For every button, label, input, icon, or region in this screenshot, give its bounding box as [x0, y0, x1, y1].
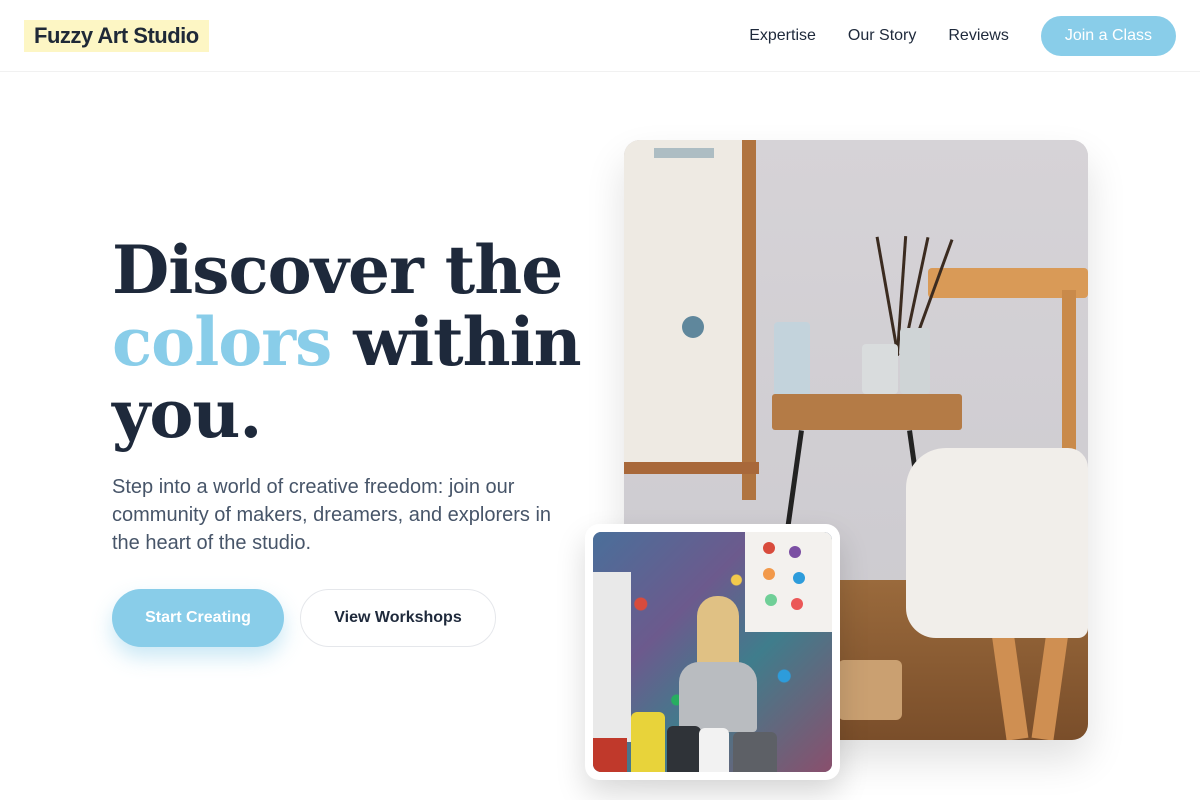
- nav-link-expertise[interactable]: Expertise: [749, 16, 816, 56]
- view-workshops-button[interactable]: View Workshops: [300, 589, 496, 647]
- image-paint-bottle: [667, 726, 701, 772]
- image-paint-dot: [763, 568, 775, 580]
- image-canvas-cloth: [624, 140, 746, 470]
- start-creating-button[interactable]: Start Creating: [112, 589, 284, 647]
- hero-subtext: Step into a world of creative freedom: j…: [112, 476, 552, 554]
- site-header: Fuzzy Art Studio Expertise Our Story Rev…: [0, 0, 1200, 72]
- image-easel: [593, 572, 631, 742]
- headline-accent-word: colors: [112, 303, 332, 381]
- image-jar: [862, 344, 898, 394]
- image-easel-post: [742, 140, 756, 500]
- nav-link-our-story[interactable]: Our Story: [848, 16, 916, 56]
- image-paint-streak: [654, 148, 714, 158]
- image-paint-bottle: [593, 738, 627, 772]
- image-palette-board: [745, 532, 832, 632]
- image-paint-dot: [763, 542, 775, 554]
- image-bucket: [838, 660, 902, 720]
- headline-line-3: you.: [112, 375, 262, 453]
- image-paint-dot: [789, 546, 801, 558]
- image-paint-bottle: [631, 712, 665, 772]
- headline-line-2-rest: within: [353, 303, 581, 381]
- image-paint-dot: [765, 594, 777, 606]
- site-logo[interactable]: Fuzzy Art Studio: [24, 20, 209, 52]
- image-jar: [900, 328, 930, 394]
- main-nav: Expertise Our Story Reviews Join a Class: [749, 16, 1176, 56]
- image-paint-bottle: [699, 728, 729, 772]
- hero-headline: Discover the colors within you.: [112, 234, 592, 450]
- image-paint-dot: [793, 572, 805, 584]
- join-class-button[interactable]: Join a Class: [1040, 16, 1176, 56]
- image-white-cloth: [906, 448, 1088, 638]
- image-child-body: [679, 662, 757, 732]
- image-paint-bottle: [733, 732, 777, 772]
- image-paint-dot: [791, 598, 803, 610]
- headline-line-1: Discover the: [112, 231, 563, 309]
- nav-link-reviews[interactable]: Reviews: [948, 16, 1008, 56]
- child-painting-image: [593, 532, 832, 772]
- image-easel-bar: [624, 462, 759, 474]
- image-paint-splat: [682, 316, 704, 338]
- image-side-table: [772, 394, 962, 430]
- image-jar: [774, 322, 810, 396]
- inset-image-card: [585, 524, 840, 780]
